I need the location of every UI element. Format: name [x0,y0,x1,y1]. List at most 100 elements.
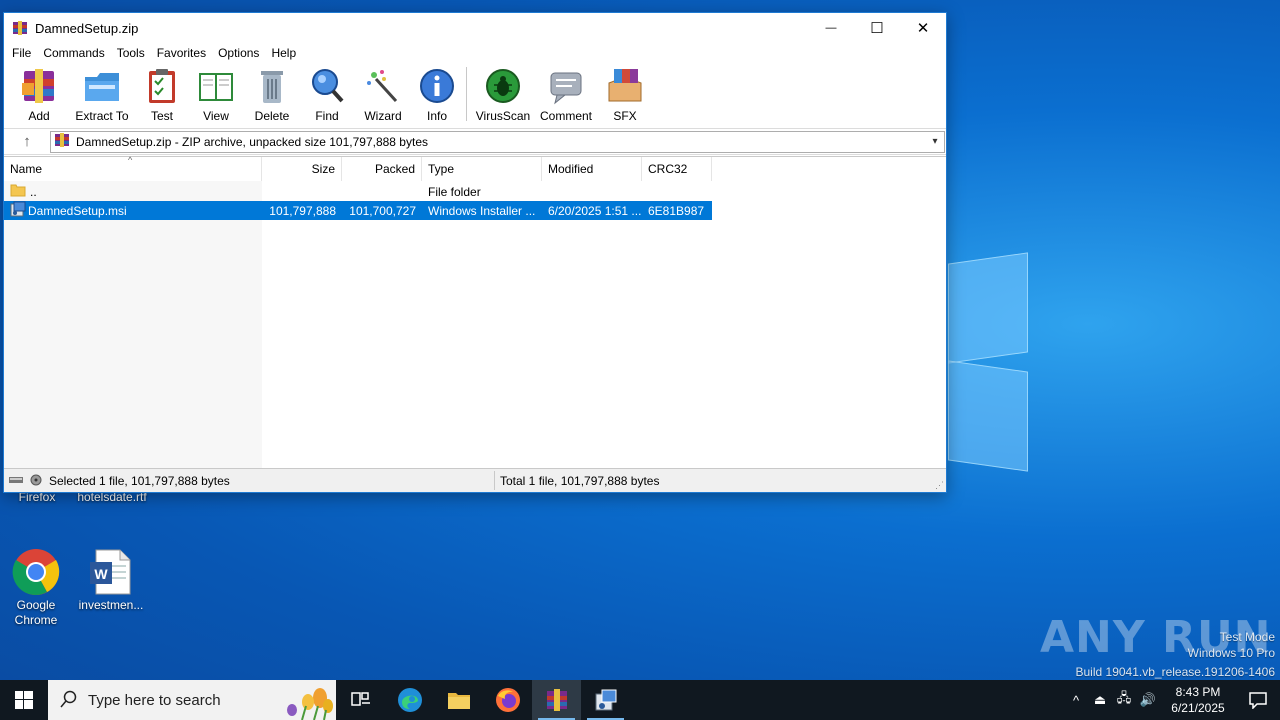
tool-virusscan-label: VirusScan [475,109,531,123]
winrar-taskbar-icon [546,689,567,711]
info-icon [418,67,456,105]
firefox-icon [495,688,520,712]
desktop-icon-investment-label[interactable]: investmen... [74,598,148,613]
taskbar: Type here to search ^ ⏏ 🖧 🔊 8:43 PM 6/21… [0,680,1280,720]
taskbar-search-box[interactable]: Type here to search [48,680,336,720]
toolbar: Add Extract To Test View Delete Find Wiz… [4,63,946,129]
system-tray: ^ ⏏ 🖧 🔊 8:43 PM 6/21/2025 [1064,680,1280,720]
path-combobox[interactable]: DamnedSetup.zip - ZIP archive, unpacked … [50,130,945,153]
menu-tools[interactable]: Tools [111,43,151,63]
tool-comment-button[interactable]: Comment [535,63,597,127]
word-document-icon[interactable]: W [88,548,132,596]
tool-find-button[interactable]: Find [300,63,354,127]
arrow-up-icon: ↑ [23,133,31,150]
taskbar-explorer-button[interactable] [434,680,483,720]
tool-info-label: Info [426,109,447,123]
column-header-modified[interactable]: Modified [542,157,642,181]
close-button[interactable]: ✕ [900,13,946,43]
status-selected-text: Selected 1 file, 101,797,888 bytes [49,473,230,488]
taskbar-winrar-button[interactable] [532,680,581,720]
notification-icon [1249,692,1267,709]
trash-icon [253,67,291,105]
menu-favorites[interactable]: Favorites [151,43,212,63]
minimize-icon: — [825,22,837,34]
table-row-damnedsetup-msi[interactable]: DamnedSetup.msi 101,797,888 101,700,727 … [4,201,712,220]
tool-extract-button[interactable]: Extract To [68,63,136,127]
drive-status-icon [8,474,46,489]
address-bar: ↑ DamnedSetup.zip - ZIP archive, unpacke… [4,129,946,155]
maximize-button[interactable]: ☐ [854,13,900,43]
start-button[interactable] [0,680,48,720]
chevron-down-icon[interactable]: ▾ [926,136,944,147]
menu-options[interactable]: Options [212,43,265,63]
network-icon[interactable]: 🖧 [1112,689,1136,711]
column-header-type[interactable]: Type [422,157,542,181]
tool-sfx-button[interactable]: SFX [597,63,653,127]
edge-icon [397,688,422,712]
taskbar-edge-button[interactable] [385,680,434,720]
table-row-parent-folder[interactable]: .. File folder [4,182,712,201]
tool-comment-label: Comment [539,109,592,123]
tool-wizard-button[interactable]: Wizard [354,63,412,127]
bug-icon [484,67,522,105]
magnifier-icon [308,67,346,105]
menu-file[interactable]: File [6,43,37,63]
tool-info-button[interactable]: Info [412,63,462,127]
name-column-shade [4,181,262,469]
menu-commands[interactable]: Commands [37,43,110,63]
search-highlight-flowers-icon [262,680,336,720]
taskbar-installer-button[interactable] [581,680,630,720]
up-one-level-button[interactable]: ↑ [4,129,50,155]
column-header-crc32[interactable]: CRC32 [642,157,712,181]
tool-add-label: Add [28,109,50,123]
column-header-size[interactable]: Size [262,157,342,181]
view-book-icon [197,67,235,105]
taskbar-clock[interactable]: 8:43 PM 6/21/2025 [1160,684,1236,716]
tool-delete-label: Delete [254,109,290,123]
usb-device-icon[interactable]: ⏏ [1088,692,1112,708]
column-headers: Name ^ Size Packed Type Modified CRC32 [4,155,712,181]
column-header-packed[interactable]: Packed [342,157,422,181]
tool-virusscan-button[interactable]: VirusScan [471,63,535,127]
installer-icon [595,689,616,711]
volume-icon[interactable]: 🔊 [1136,692,1160,708]
tool-add-button[interactable]: Add [10,63,68,127]
window-title: DamnedSetup.zip [35,20,139,36]
extract-folder-icon [83,67,121,105]
file-explorer-icon [447,693,470,709]
task-view-button[interactable] [336,680,385,720]
maximize-icon: ☐ [870,20,884,37]
tool-test-button[interactable]: Test [136,63,188,127]
tool-sfx-label: SFX [613,109,637,123]
close-icon: ✕ [916,20,930,37]
status-divider [494,471,495,490]
menu-help[interactable]: Help [265,43,302,63]
chevron-up-icon[interactable]: ^ [1064,693,1088,708]
winrar-window: DamnedSetup.zip — ☐ ✕ File Commands Tool… [3,12,947,493]
status-bar: Selected 1 file, 101,797,888 bytes Total… [4,468,946,492]
search-placeholder: Type here to search [88,691,221,709]
file-list[interactable]: Name ^ Size Packed Type Modified CRC32 .… [4,155,946,469]
title-bar[interactable]: DamnedSetup.zip — ☐ ✕ [4,13,946,43]
status-total-text: Total 1 file, 101,797,888 bytes [500,473,660,488]
menu-bar: File Commands Tools Favorites Options He… [4,43,946,63]
tool-view-button[interactable]: View [188,63,244,127]
minimize-button[interactable]: — [808,13,854,43]
winrar-app-icon [12,20,28,36]
search-icon [60,690,78,711]
action-center-button[interactable] [1236,680,1280,720]
archive-icon [54,132,70,151]
resize-grip-icon[interactable]: ⋰ [935,480,944,491]
column-header-name[interactable]: Name ^ [4,155,262,181]
taskbar-firefox-button[interactable] [483,680,532,720]
watermark-test-mode: Test Mode [1219,630,1275,644]
tool-wizard-label: Wizard [364,109,402,123]
chrome-icon[interactable] [12,548,60,596]
watermark-build: Build 19041.vb_release.191206-1406 [1075,665,1276,679]
folder-icon [10,183,26,200]
sort-ascending-icon: ^ [128,155,133,165]
tool-delete-button[interactable]: Delete [244,63,300,127]
path-text: DamnedSetup.zip - ZIP archive, unpacked … [76,134,428,149]
desktop-icon-chrome-label[interactable]: Google Chrome [4,598,68,628]
windows-logo-wallpaper [948,240,1030,480]
